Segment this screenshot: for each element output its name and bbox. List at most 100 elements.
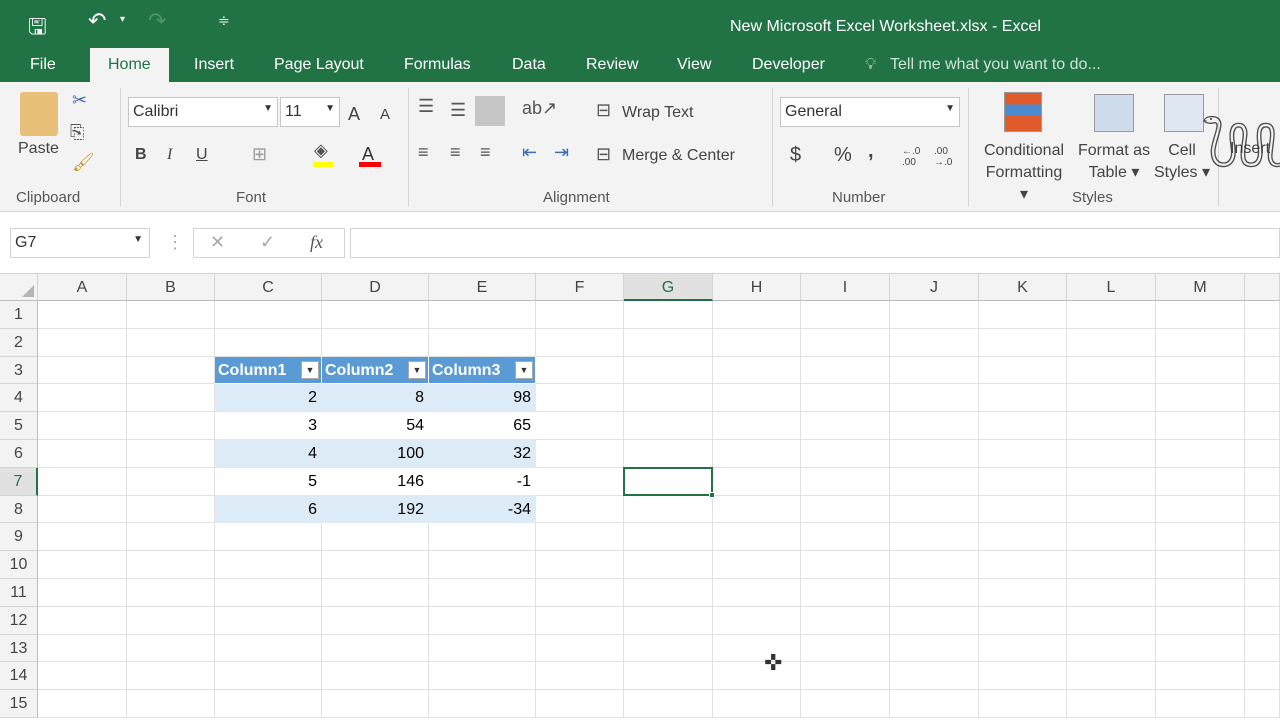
cell-D15[interactable] — [322, 690, 429, 718]
cell-N10[interactable] — [1245, 551, 1280, 579]
cell-D6[interactable]: 100 — [322, 440, 429, 468]
paste-button[interactable]: Paste — [18, 140, 59, 158]
column-header-partial[interactable] — [1245, 274, 1280, 301]
cell-C6[interactable]: 4 — [215, 440, 322, 468]
cell-N4[interactable] — [1245, 384, 1280, 413]
cell-E7[interactable]: -1 — [429, 467, 536, 496]
cell-G11[interactable] — [624, 579, 713, 607]
currency-button[interactable]: $ — [790, 144, 801, 167]
cell-I3[interactable] — [801, 356, 890, 385]
cell-D9[interactable] — [322, 523, 429, 552]
paste-icon[interactable] — [20, 92, 58, 136]
cell-K14[interactable] — [979, 662, 1067, 691]
cell-M5[interactable] — [1156, 412, 1245, 440]
customize-icon[interactable]: ≑ — [218, 12, 230, 29]
cell-J1[interactable] — [890, 301, 979, 329]
cell-M13[interactable] — [1156, 634, 1245, 663]
cell-A1[interactable] — [38, 301, 127, 329]
cell-C12[interactable] — [215, 606, 322, 635]
cell-B6[interactable] — [127, 440, 215, 468]
cell-L4[interactable] — [1067, 384, 1156, 413]
cell-J15[interactable] — [890, 690, 979, 718]
cell-D14[interactable] — [322, 662, 429, 691]
cell-D7[interactable]: 146 — [322, 467, 429, 496]
cell-C15[interactable] — [215, 690, 322, 718]
cell-H5[interactable] — [713, 412, 801, 440]
cell-I5[interactable] — [801, 412, 890, 440]
cell-L6[interactable] — [1067, 440, 1156, 468]
cell-B9[interactable] — [127, 523, 215, 552]
insert-function-button[interactable]: fx — [310, 232, 323, 253]
cell-I8[interactable] — [801, 495, 890, 524]
cell-D3[interactable]: Column2 ▼ — [322, 356, 429, 385]
cell-H6[interactable] — [713, 440, 801, 468]
row-header-15[interactable]: 15 — [0, 690, 38, 718]
column-header-F[interactable]: F — [536, 274, 624, 301]
filter-dropdown-icon[interactable]: ▼ — [408, 360, 426, 379]
cell-H8[interactable] — [713, 495, 801, 524]
cell-M4[interactable] — [1156, 384, 1245, 413]
cell-J7[interactable] — [890, 467, 979, 496]
cell-H9[interactable] — [713, 523, 801, 552]
column-header-D[interactable]: D — [322, 274, 429, 301]
cell-L15[interactable] — [1067, 690, 1156, 718]
cell-M9[interactable] — [1156, 523, 1245, 552]
cell-I12[interactable] — [801, 606, 890, 635]
tab-developer[interactable]: Developer — [752, 56, 825, 74]
formula-input[interactable] — [350, 228, 1280, 258]
cell-E15[interactable] — [429, 690, 536, 718]
cell-G4[interactable] — [624, 384, 713, 413]
cell-M3[interactable] — [1156, 356, 1245, 385]
cell-F7[interactable] — [536, 467, 624, 496]
undo-icon[interactable]: ↶ — [88, 8, 106, 34]
row-header-12[interactable]: 12 — [0, 606, 38, 635]
cell-D1[interactable] — [322, 301, 429, 329]
cell-M11[interactable] — [1156, 579, 1245, 607]
cell-F3[interactable] — [536, 356, 624, 385]
column-header-M[interactable]: M — [1156, 274, 1245, 301]
cell-I11[interactable] — [801, 579, 890, 607]
cell-I1[interactable] — [801, 301, 890, 329]
align-right-icon[interactable]: ≡ — [480, 142, 491, 163]
tell-me-input[interactable]: Tell me what you want to do... — [890, 56, 1101, 74]
cell-I10[interactable] — [801, 551, 890, 579]
cell-K11[interactable] — [979, 579, 1067, 607]
cell-J2[interactable] — [890, 328, 979, 357]
cell-B7[interactable] — [127, 467, 215, 496]
shrink-font-button[interactable]: A — [380, 106, 390, 123]
column-header-I[interactable]: I — [801, 274, 890, 301]
cell-E11[interactable] — [429, 579, 536, 607]
cell-I14[interactable] — [801, 662, 890, 691]
cell-E13[interactable] — [429, 634, 536, 663]
cell-A13[interactable] — [38, 634, 127, 663]
conditional-formatting-button[interactable]: Conditional Formatting ▾ — [980, 140, 1068, 206]
cell-K10[interactable] — [979, 551, 1067, 579]
cell-B1[interactable] — [127, 301, 215, 329]
cell-N9[interactable] — [1245, 523, 1280, 552]
decrease-decimal-button[interactable]: .00 →.0 — [934, 146, 958, 168]
cell-E2[interactable] — [429, 328, 536, 357]
cell-A10[interactable] — [38, 551, 127, 579]
cell-F1[interactable] — [536, 301, 624, 329]
italic-button[interactable]: I — [167, 146, 172, 164]
cell-J4[interactable] — [890, 384, 979, 413]
cell-N6[interactable] — [1245, 440, 1280, 468]
cell-H12[interactable] — [713, 606, 801, 635]
cell-I9[interactable] — [801, 523, 890, 552]
tab-file[interactable]: File — [30, 56, 56, 74]
cell-N13[interactable] — [1245, 634, 1280, 663]
column-header-K[interactable]: K — [979, 274, 1067, 301]
cell-M6[interactable] — [1156, 440, 1245, 468]
cell-C13[interactable] — [215, 634, 322, 663]
cell-L7[interactable] — [1067, 467, 1156, 496]
percent-button[interactable]: % — [834, 144, 852, 167]
cell-E9[interactable] — [429, 523, 536, 552]
name-box[interactable]: G7 ▼ — [10, 228, 150, 258]
cell-N2[interactable] — [1245, 328, 1280, 357]
fill-color-icon[interactable]: ◈ — [314, 140, 328, 161]
cell-D10[interactable] — [322, 551, 429, 579]
cell-K7[interactable] — [979, 467, 1067, 496]
save-icon[interactable]: 🖫 — [28, 10, 47, 48]
cell-B4[interactable] — [127, 384, 215, 413]
cell-F8[interactable] — [536, 495, 624, 524]
